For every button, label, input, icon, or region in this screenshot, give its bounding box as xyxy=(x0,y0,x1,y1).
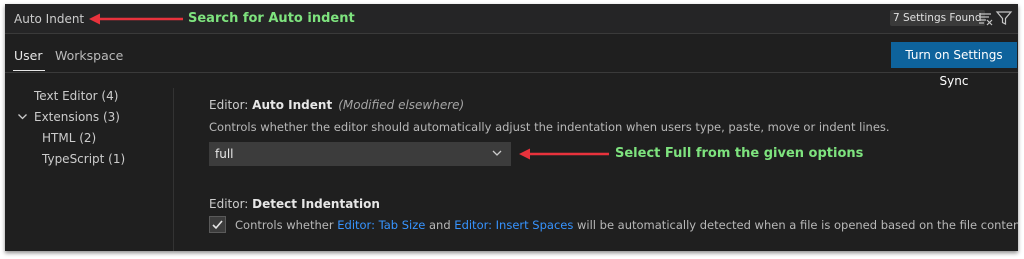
setting-description-auto-indent: Controls whether the editor should autom… xyxy=(209,120,890,134)
pane-divider xyxy=(173,88,174,251)
turn-on-settings-sync-button[interactable]: Turn on Settings Sync xyxy=(891,42,1017,88)
setting-title-detect-indentation: Editor: Detect Indentation xyxy=(209,197,380,211)
editor-tab-size-link[interactable]: Editor: Tab Size xyxy=(337,218,425,232)
setting-description-detect-indentation: Controls whether Editor: Tab Size and Ed… xyxy=(235,218,1018,232)
chevron-down-icon xyxy=(491,146,503,163)
tree-item-extensions[interactable]: Extensions (3) xyxy=(34,110,120,124)
active-tab-indicator xyxy=(13,70,45,71)
checkmark-icon xyxy=(212,220,223,230)
settings-window: Auto Indent 7 Settings Found User Worksp… xyxy=(5,4,1018,251)
tree-item-typescript[interactable]: TypeScript (1) xyxy=(42,152,125,166)
clear-filter-icon[interactable] xyxy=(977,9,995,27)
setting-category: Editor: xyxy=(209,98,253,112)
filter-icon[interactable] xyxy=(995,9,1013,27)
annotation-search-note: Search for Auto indent xyxy=(188,11,355,26)
setting-name: Auto Indent xyxy=(252,98,333,112)
tab-workspace[interactable]: Workspace xyxy=(55,48,123,63)
setting-name: Detect Indentation xyxy=(252,197,380,211)
modified-elsewhere-link[interactable]: (Modified elsewhere) xyxy=(338,98,464,112)
results-count-badge: 7 Settings Found xyxy=(890,10,985,26)
search-input[interactable]: Auto Indent xyxy=(14,12,84,26)
setting-title-auto-indent: Editor: Auto Indent (Modified elsewhere) xyxy=(209,98,464,112)
selected-value: full xyxy=(215,147,234,161)
settings-scope-tabs: User Workspace Turn on Settings Sync xyxy=(5,34,1018,88)
desc-text: Controls whether xyxy=(235,218,338,232)
tab-user[interactable]: User xyxy=(14,48,43,63)
annotation-arrow-select xyxy=(519,148,609,160)
desc-text: and xyxy=(425,218,455,232)
desc-text: will be automatically detected when a fi… xyxy=(573,218,1018,232)
auto-indent-select[interactable]: full xyxy=(209,142,511,166)
annotation-arrow-search xyxy=(89,13,183,25)
editor-insert-spaces-link[interactable]: Editor: Insert Spaces xyxy=(454,218,573,232)
setting-category: Editor: xyxy=(209,197,253,211)
annotation-select-note: Select Full from the given options xyxy=(615,146,864,161)
tree-item-html[interactable]: HTML (2) xyxy=(42,131,96,145)
tree-item-text-editor[interactable]: Text Editor (4) xyxy=(34,89,118,103)
detect-indentation-checkbox[interactable] xyxy=(209,216,226,233)
chevron-down-icon[interactable] xyxy=(17,111,28,125)
